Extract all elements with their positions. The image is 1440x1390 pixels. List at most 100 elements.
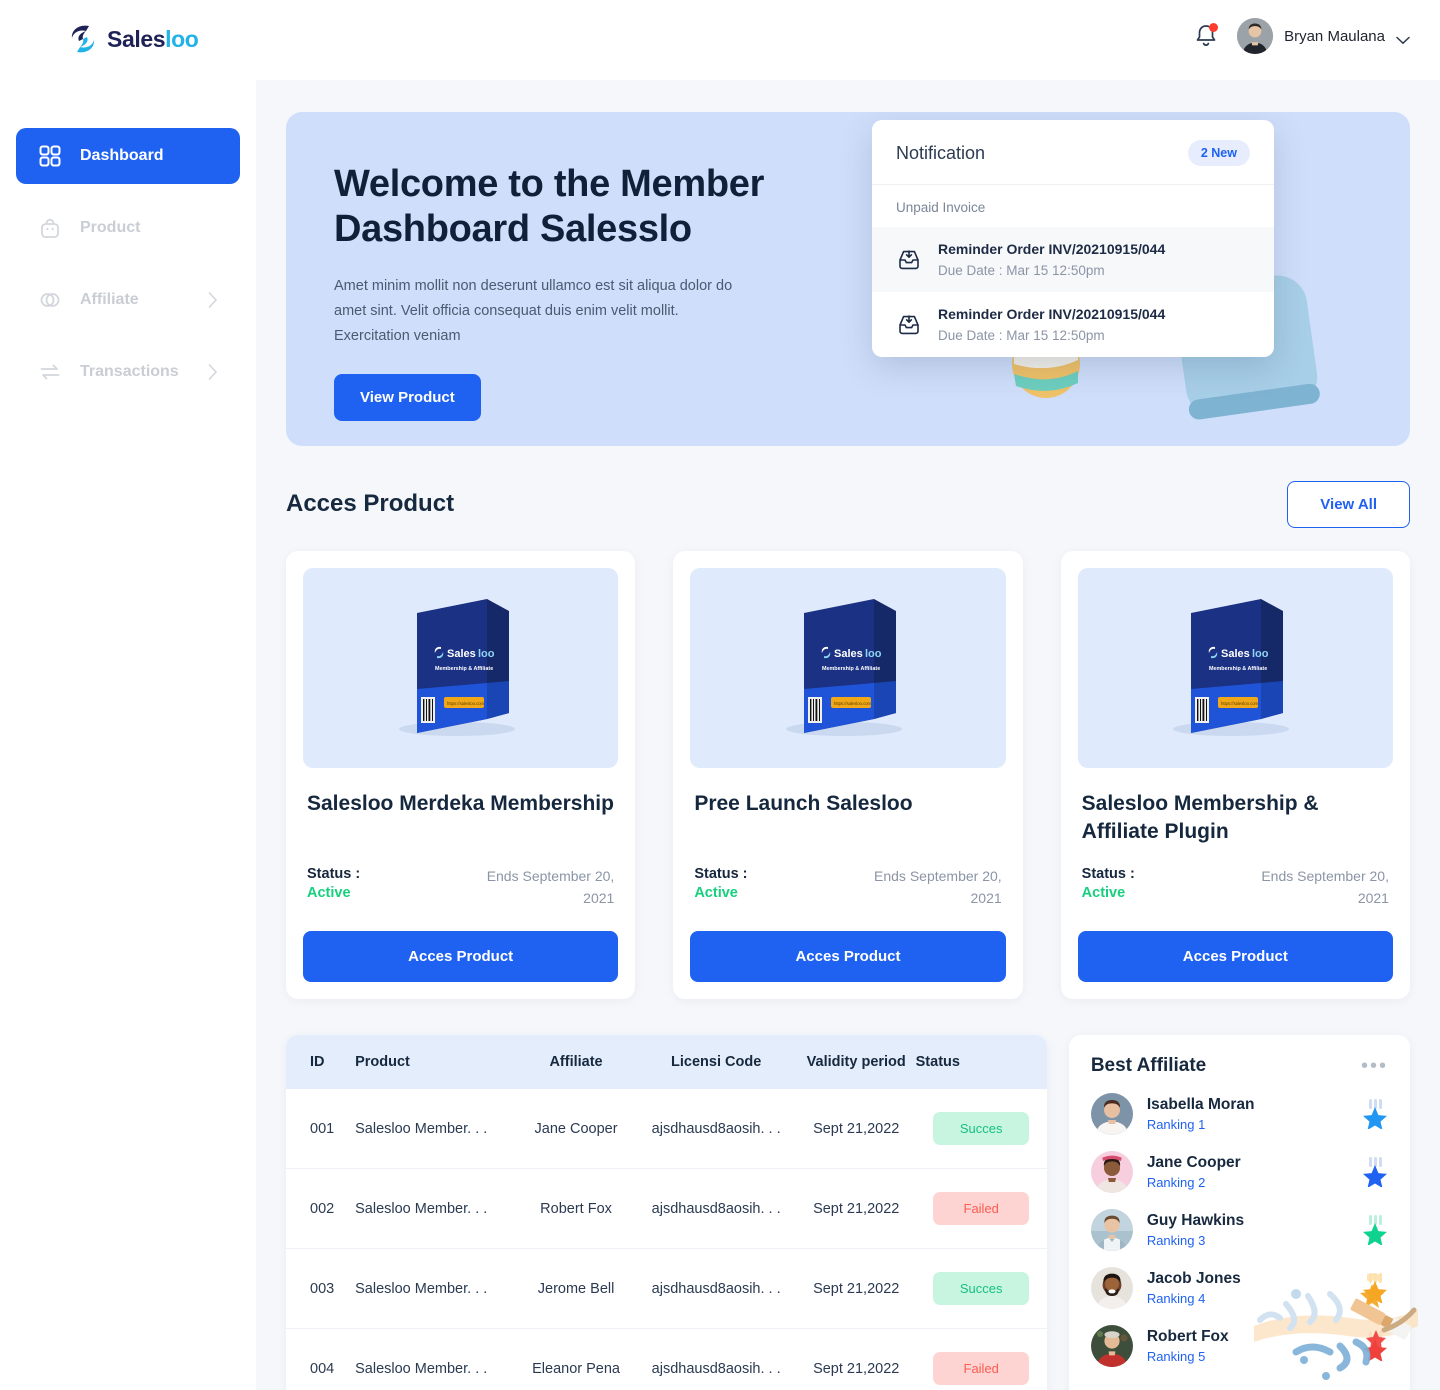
cell-affiliate: Robert Fox bbox=[516, 1168, 636, 1250]
list-item[interactable]: Jacob Jones Ranking 4 bbox=[1090, 1267, 1388, 1310]
cell-license: ajsdhausd8aosih. . . bbox=[635, 1248, 797, 1330]
sidebar-item-dashboard[interactable]: Dashboard bbox=[16, 128, 240, 184]
affiliate-name: Jacob Jones bbox=[1146, 1270, 1241, 1288]
product-meta: Status : Active Ends September 20, 2021 bbox=[690, 866, 1005, 909]
notification-item[interactable]: Reminder Order INV/20210915/044 Due Date… bbox=[872, 227, 1274, 292]
top-bar-actions: Bryan Maulana bbox=[1193, 18, 1410, 54]
sidebar-item-label: Transactions bbox=[80, 363, 179, 380]
affiliate-ranking: Ranking 5 bbox=[1146, 1349, 1206, 1365]
medal-star-icon bbox=[1362, 1215, 1388, 1247]
inbox-download-icon bbox=[896, 312, 922, 338]
license-table: ID Product Affiliate Licensi Code Validi… bbox=[286, 1035, 1047, 1390]
product-card[interactable]: Sales loo Membership & Affiliate https:/… bbox=[1060, 551, 1410, 1000]
product-thumbnail: Sales loo Membership & Affiliate https:/… bbox=[303, 568, 619, 768]
avatar bbox=[1090, 1267, 1133, 1310]
product-status: Status : Active bbox=[1082, 866, 1135, 909]
product-status-label: Status : bbox=[1081, 866, 1135, 882]
medal-star-icon bbox=[1362, 1099, 1388, 1131]
cell-validity: Sept 21,2022 bbox=[796, 1328, 916, 1390]
sidebar-item-label: Dashboard bbox=[80, 147, 164, 164]
product-ends-text: Ends September 20, 2021 bbox=[874, 868, 1002, 906]
product-meta: Status : Active Ends September 20, 2021 bbox=[303, 866, 618, 909]
table-row[interactable]: 001 Salesloo Member. . . Jane Cooper ajs… bbox=[286, 1089, 1047, 1170]
cell-validity: Sept 21,2022 bbox=[796, 1168, 916, 1250]
table-row[interactable]: 002 Salesloo Member. . . Robert Fox ajsd… bbox=[286, 1168, 1047, 1250]
product-meta: Status : Active Ends September 20, 2021 bbox=[1078, 866, 1393, 909]
list-item[interactable]: Isabella Moran Ranking 1 bbox=[1090, 1093, 1388, 1136]
cell-affiliate: Jerome Bell bbox=[516, 1248, 636, 1330]
affiliate-ranking: Ranking 4 bbox=[1146, 1291, 1206, 1307]
transfer-icon bbox=[38, 360, 62, 384]
brand-logo[interactable]: Salesloo bbox=[68, 22, 199, 56]
affiliate-name: Robert Fox bbox=[1146, 1328, 1229, 1346]
sidebar-item-transactions[interactable]: Transactions bbox=[16, 344, 240, 400]
svg-text:Sales: Sales bbox=[447, 648, 476, 660]
section-title: Acces Product bbox=[286, 490, 455, 517]
avatar bbox=[1237, 18, 1274, 54]
cell-validity: Sept 21,2022 bbox=[796, 1089, 916, 1170]
user-menu-button[interactable]: Bryan Maulana bbox=[1237, 18, 1410, 54]
medal-star-icon bbox=[1362, 1273, 1388, 1305]
acces-product-button[interactable]: Acces Product bbox=[690, 931, 1006, 983]
notification-item-title: Reminder Order INV/20210915/044 bbox=[938, 306, 1166, 322]
svg-text:https://salesloo.com: https://salesloo.com bbox=[1221, 701, 1259, 706]
acces-product-button[interactable]: Acces Product bbox=[1077, 931, 1393, 983]
notification-title: Notification bbox=[896, 142, 986, 163]
column-header-validity: Validity period bbox=[796, 1035, 916, 1090]
cell-product: Salesloo Member. . . bbox=[355, 1089, 517, 1170]
column-header-affiliate: Affiliate bbox=[516, 1035, 636, 1090]
notifications-bell-button[interactable] bbox=[1193, 22, 1219, 50]
notification-group-label: Unpaid Invoice bbox=[896, 200, 986, 215]
notification-count-badge: 2 New bbox=[1187, 140, 1250, 166]
more-horizontal-icon[interactable]: ••• bbox=[1361, 1056, 1388, 1076]
affiliate-name: Isabella Moran bbox=[1146, 1096, 1255, 1114]
best-affiliate-header: Best Affiliate ••• bbox=[1091, 1055, 1388, 1077]
product-thumbnail: Sales loo Membership & Affiliate https:/… bbox=[1077, 568, 1393, 768]
affiliate-ranking: Ranking 2 bbox=[1146, 1175, 1206, 1191]
medal-star-icon bbox=[1362, 1157, 1388, 1189]
notification-header: Notification 2 New bbox=[872, 120, 1274, 185]
product-thumbnail: Sales loo Membership & Affiliate https:/… bbox=[690, 568, 1006, 768]
cell-id: 003 bbox=[286, 1248, 356, 1330]
svg-text:Sales: Sales bbox=[1221, 648, 1250, 660]
cell-id: 001 bbox=[286, 1089, 356, 1170]
list-item[interactable]: Jane Cooper Ranking 2 bbox=[1090, 1151, 1388, 1194]
product-card[interactable]: Sales loo Membership & Affiliate https:/… bbox=[673, 551, 1023, 1000]
svg-text:Membership & Affiliate: Membership & Affiliate bbox=[435, 666, 493, 672]
cell-product: Salesloo Member. . . bbox=[355, 1168, 517, 1250]
sidebar-item-affiliate[interactable]: Affiliate bbox=[16, 272, 240, 328]
status-badge: Active bbox=[694, 885, 738, 901]
link-circle-icon bbox=[38, 288, 62, 312]
column-header-license: Licensi Code bbox=[635, 1035, 797, 1090]
status-badge: Active bbox=[1081, 885, 1126, 901]
acces-product-button[interactable]: Acces Product bbox=[303, 931, 619, 983]
best-affiliate-title: Best Affiliate bbox=[1090, 1055, 1207, 1077]
top-bar: Salesloo Bryan Maulana bbox=[0, 0, 1440, 80]
table-header-row: ID Product Affiliate Licensi Code Validi… bbox=[286, 1035, 1047, 1090]
cell-affiliate: Eleanor Pena bbox=[516, 1328, 636, 1390]
dashboard-page: Salesloo Bryan Maulana Dashboard Product… bbox=[0, 0, 1440, 1390]
view-product-button[interactable]: View Product bbox=[334, 374, 481, 422]
view-all-button[interactable]: View All bbox=[1287, 480, 1410, 528]
grid-icon bbox=[38, 144, 62, 168]
sidebar-item-label: Affiliate bbox=[80, 291, 139, 308]
list-item[interactable]: Guy Hawkins Ranking 3 bbox=[1090, 1209, 1388, 1252]
product-card[interactable]: Sales loo Membership & Affiliate https:/… bbox=[286, 551, 636, 1000]
chevron-right-icon bbox=[208, 364, 218, 380]
table-row[interactable]: 003 Salesloo Member. . . Jerome Bell ajs… bbox=[286, 1248, 1047, 1330]
affiliate-name: Jane Cooper bbox=[1146, 1154, 1241, 1172]
notification-item-title: Reminder Order INV/20210915/044 bbox=[938, 241, 1166, 257]
table-row[interactable]: 004 Salesloo Member. . . Eleanor Pena aj… bbox=[286, 1328, 1047, 1390]
product-status-label: Status : bbox=[694, 866, 748, 882]
notification-item-meta: Due Date : Mar 15 12:50pm bbox=[938, 328, 1105, 343]
status-badge: Succes bbox=[933, 1272, 1030, 1306]
product-status: Status : Active bbox=[694, 866, 747, 909]
product-title: Pree Launch Salesloo bbox=[694, 792, 913, 815]
list-item[interactable]: Robert Fox Ranking 5 bbox=[1090, 1325, 1388, 1368]
notification-item[interactable]: Reminder Order INV/20210915/044 Due Date… bbox=[872, 292, 1274, 357]
product-title: Salesloo Membership & Affiliate Plugin bbox=[1081, 792, 1319, 844]
cell-license: ajsdhausd8aosih. . . bbox=[635, 1168, 797, 1250]
avatar bbox=[1090, 1325, 1133, 1368]
sidebar-item-product[interactable]: Product bbox=[16, 200, 240, 256]
affiliate-name: Guy Hawkins bbox=[1146, 1212, 1245, 1230]
